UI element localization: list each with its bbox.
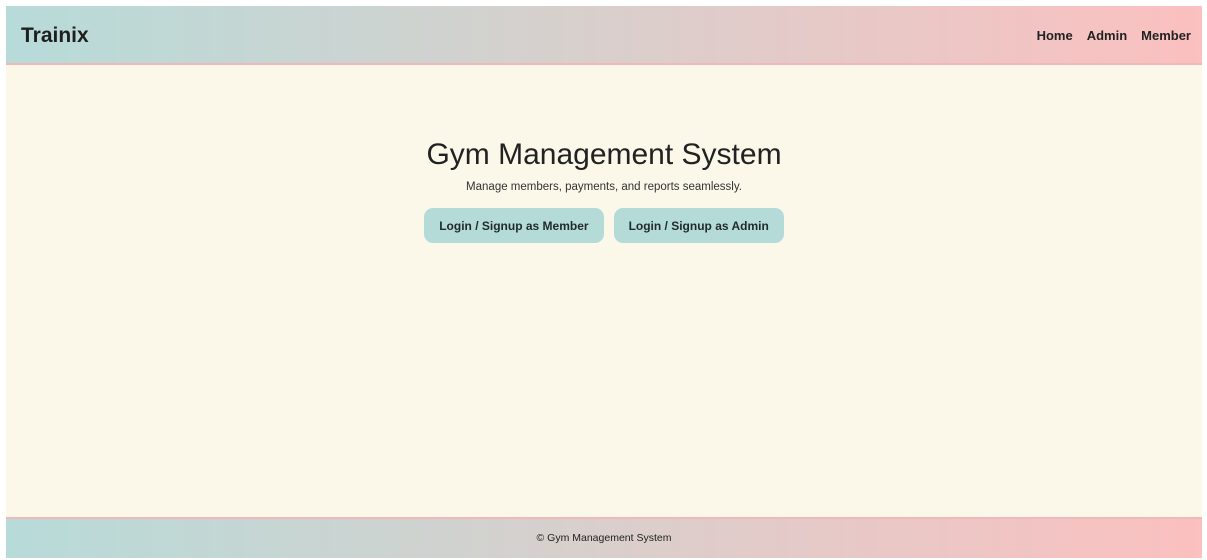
- admin-login-button[interactable]: Login / Signup as Admin: [613, 208, 784, 243]
- nav-link-admin[interactable]: Admin: [1087, 27, 1127, 45]
- page-title: Gym Management System: [426, 138, 782, 171]
- navbar: Trainix Home Admin Member: [6, 6, 1202, 65]
- footer-copyright: © Gym Management System: [536, 532, 672, 544]
- footer: © Gym Management System: [6, 517, 1202, 558]
- nav-link-home[interactable]: Home: [1037, 27, 1073, 45]
- page-subtitle: Manage members, payments, and reports se…: [466, 181, 742, 193]
- page: Trainix Home Admin Member Gym Management…: [6, 6, 1202, 558]
- hero-section: Gym Management System Manage members, pa…: [6, 136, 1202, 243]
- nav-link-member[interactable]: Member: [1141, 27, 1191, 45]
- nav-links: Home Admin Member: [1037, 27, 1191, 45]
- hero-buttons: Login / Signup as Member Login / Signup …: [6, 208, 1202, 243]
- member-login-button[interactable]: Login / Signup as Member: [424, 208, 604, 243]
- brand-logo[interactable]: Trainix: [21, 23, 89, 49]
